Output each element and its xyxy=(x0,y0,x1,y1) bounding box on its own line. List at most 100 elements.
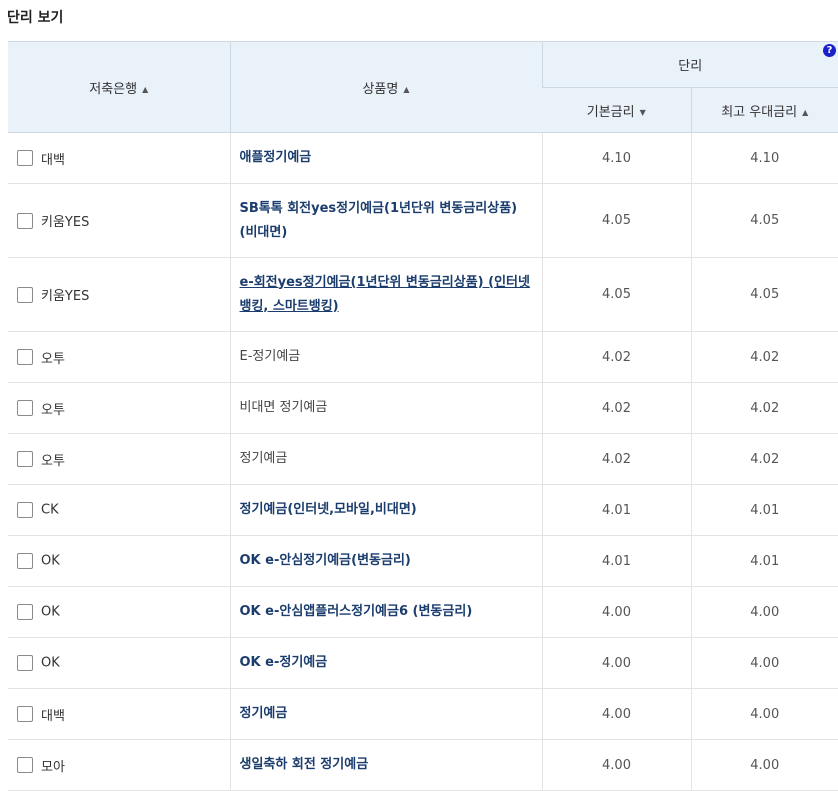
product-name: E-정기예금 xyxy=(239,349,301,364)
bank-cell: OK xyxy=(8,637,230,689)
bank-name: 오투 xyxy=(41,402,65,418)
table-row: 모아 생일축하 회전 정기예금 4.00 4.00 xyxy=(8,739,838,791)
bank-cell: OK xyxy=(8,535,230,587)
product-name: 정기예금 xyxy=(239,451,288,466)
bank-column-label: 저축은행 xyxy=(89,81,138,97)
base-rate-value: 4.05 xyxy=(541,257,691,332)
row-checkbox[interactable] xyxy=(17,757,33,773)
base-rate-column-header[interactable]: 기본금리 ▼ xyxy=(542,87,691,133)
help-icon[interactable]: ? xyxy=(823,44,837,57)
max-rate-column-label: 최고 우대금리 xyxy=(721,104,798,120)
bank-name: 대백 xyxy=(41,708,65,724)
bank-name: OK xyxy=(41,655,60,671)
sort-up-icon[interactable]: ▲ xyxy=(403,85,409,94)
product-cell: 비대면 정기예금 xyxy=(229,382,542,434)
row-checkbox[interactable] xyxy=(17,706,33,722)
product-link[interactable]: OK e-안심정기예금(변동금리) xyxy=(240,553,411,568)
row-checkbox[interactable] xyxy=(17,604,33,620)
table-row: OK OK e-안심앱플러스정기예금6 (변동금리) 4.00 4.00 xyxy=(8,586,838,638)
row-checkbox[interactable] xyxy=(17,502,33,518)
table-row: OK OK e-정기예금 4.00 4.00 xyxy=(8,637,838,689)
row-checkbox[interactable] xyxy=(17,400,33,416)
bank-name: 오투 xyxy=(41,351,65,367)
product-cell: OK e-안심정기예금(변동금리) xyxy=(229,535,542,587)
max-rate-value: 4.00 xyxy=(690,688,838,740)
base-rate-value: 4.00 xyxy=(541,586,691,638)
bank-cell: 키움YES xyxy=(8,183,230,258)
row-checkbox[interactable] xyxy=(17,655,33,671)
max-rate-value: 4.00 xyxy=(690,637,838,689)
rate-table: 저축은행 ▲ 상품명 ▲ 단리 ? 기본금리 ▼ 최고 우대금리 ▲ 대백 애플정기예금… xyxy=(8,41,838,791)
base-rate-value: 4.00 xyxy=(541,637,691,689)
rate-group-header: 단리 ? xyxy=(541,41,838,88)
row-checkbox[interactable] xyxy=(17,150,33,166)
table-row: 오투 정기예금 4.02 4.02 xyxy=(8,433,838,485)
table-row: 키움YES e-회전yes정기예금(1년단위 변동금리상품) (인터넷뱅킹, 스… xyxy=(8,257,838,332)
product-column-header[interactable]: 상품명 ▲ xyxy=(229,41,542,133)
bank-cell: 키움YES xyxy=(8,257,230,332)
product-link[interactable]: 정기예금 xyxy=(240,706,288,721)
max-rate-value: 4.05 xyxy=(690,183,838,258)
bank-name: 대백 xyxy=(41,152,65,168)
base-rate-value: 4.05 xyxy=(541,183,691,258)
base-rate-value: 4.01 xyxy=(541,484,691,536)
product-link[interactable]: SB톡톡 회전yes정기예금(1년단위 변동금리상품)(비대면) xyxy=(240,201,518,240)
bank-cell: 오투 xyxy=(8,382,230,434)
bank-cell: 대백 xyxy=(8,688,230,740)
row-checkbox[interactable] xyxy=(17,349,33,365)
product-link[interactable]: 생일축하 회전 정기예금 xyxy=(240,757,369,772)
max-rate-value: 4.00 xyxy=(690,739,838,791)
max-rate-column-header[interactable]: 최고 우대금리 ▲ xyxy=(690,87,838,133)
max-rate-value: 4.01 xyxy=(690,484,838,536)
product-link[interactable]: 애플정기예금 xyxy=(240,150,312,165)
row-checkbox[interactable] xyxy=(17,553,33,569)
base-rate-value: 4.00 xyxy=(541,688,691,740)
table-row: 오투 E-정기예금 4.02 4.02 xyxy=(8,331,838,383)
max-rate-value: 4.02 xyxy=(690,433,838,485)
rate-group-label: 단리 xyxy=(678,59,703,74)
base-rate-value: 4.01 xyxy=(541,535,691,587)
product-column-label: 상품명 xyxy=(362,81,399,97)
table-row: 오투 비대면 정기예금 4.02 4.02 xyxy=(8,382,838,434)
max-rate-value: 4.02 xyxy=(690,382,838,434)
sort-up-icon[interactable]: ▲ xyxy=(142,85,148,94)
bank-name: OK xyxy=(41,604,60,620)
bank-name: 키움YES xyxy=(41,289,90,304)
product-cell: 정기예금(인터넷,모바일,비대면) xyxy=(229,484,542,536)
product-link[interactable]: OK e-정기예금 xyxy=(240,655,328,670)
max-rate-value: 4.10 xyxy=(690,132,838,184)
product-cell: OK e-안심앱플러스정기예금6 (변동금리) xyxy=(229,586,542,638)
bank-cell: 대백 xyxy=(8,132,230,184)
product-link[interactable]: OK e-안심앱플러스정기예금6 (변동금리) xyxy=(240,604,473,619)
product-name: 비대면 정기예금 xyxy=(239,400,328,415)
max-rate-value: 4.00 xyxy=(690,586,838,638)
base-rate-value: 4.00 xyxy=(541,739,691,791)
bank-column-header[interactable]: 저축은행 ▲ xyxy=(8,41,230,133)
product-cell: e-회전yes정기예금(1년단위 변동금리상품) (인터넷뱅킹, 스마트뱅킹) xyxy=(229,257,542,332)
row-checkbox[interactable] xyxy=(17,451,33,467)
table-row: OK OK e-안심정기예금(변동금리) 4.01 4.01 xyxy=(8,535,838,587)
max-rate-value: 4.02 xyxy=(690,331,838,383)
table-row: 키움YES SB톡톡 회전yes정기예금(1년단위 변동금리상품)(비대면) 4… xyxy=(8,183,838,258)
bank-cell: 오투 xyxy=(8,433,230,485)
product-link[interactable]: e-회전yes정기예금(1년단위 변동금리상품) (인터넷뱅킹, 스마트뱅킹) xyxy=(240,275,530,314)
product-cell: 생일축하 회전 정기예금 xyxy=(229,739,542,791)
max-rate-value: 4.01 xyxy=(690,535,838,587)
product-cell: 정기예금 xyxy=(229,433,542,485)
product-link[interactable]: 정기예금(인터넷,모바일,비대면) xyxy=(240,502,417,517)
bank-cell: CK xyxy=(8,484,230,536)
bank-cell: 오투 xyxy=(8,331,230,383)
bank-cell: OK xyxy=(8,586,230,638)
bank-name: CK xyxy=(41,502,59,518)
product-cell: OK e-정기예금 xyxy=(229,637,542,689)
base-rate-value: 4.10 xyxy=(541,132,691,184)
bank-name: 키움YES xyxy=(41,215,90,230)
sort-up-icon[interactable]: ▲ xyxy=(802,108,808,117)
base-rate-value: 4.02 xyxy=(541,331,691,383)
row-checkbox[interactable] xyxy=(17,286,33,303)
sort-down-icon[interactable]: ▼ xyxy=(640,108,646,117)
base-rate-value: 4.02 xyxy=(541,382,691,434)
bank-name: 오투 xyxy=(41,453,65,469)
product-cell: E-정기예금 xyxy=(229,331,542,383)
row-checkbox[interactable] xyxy=(17,212,33,229)
